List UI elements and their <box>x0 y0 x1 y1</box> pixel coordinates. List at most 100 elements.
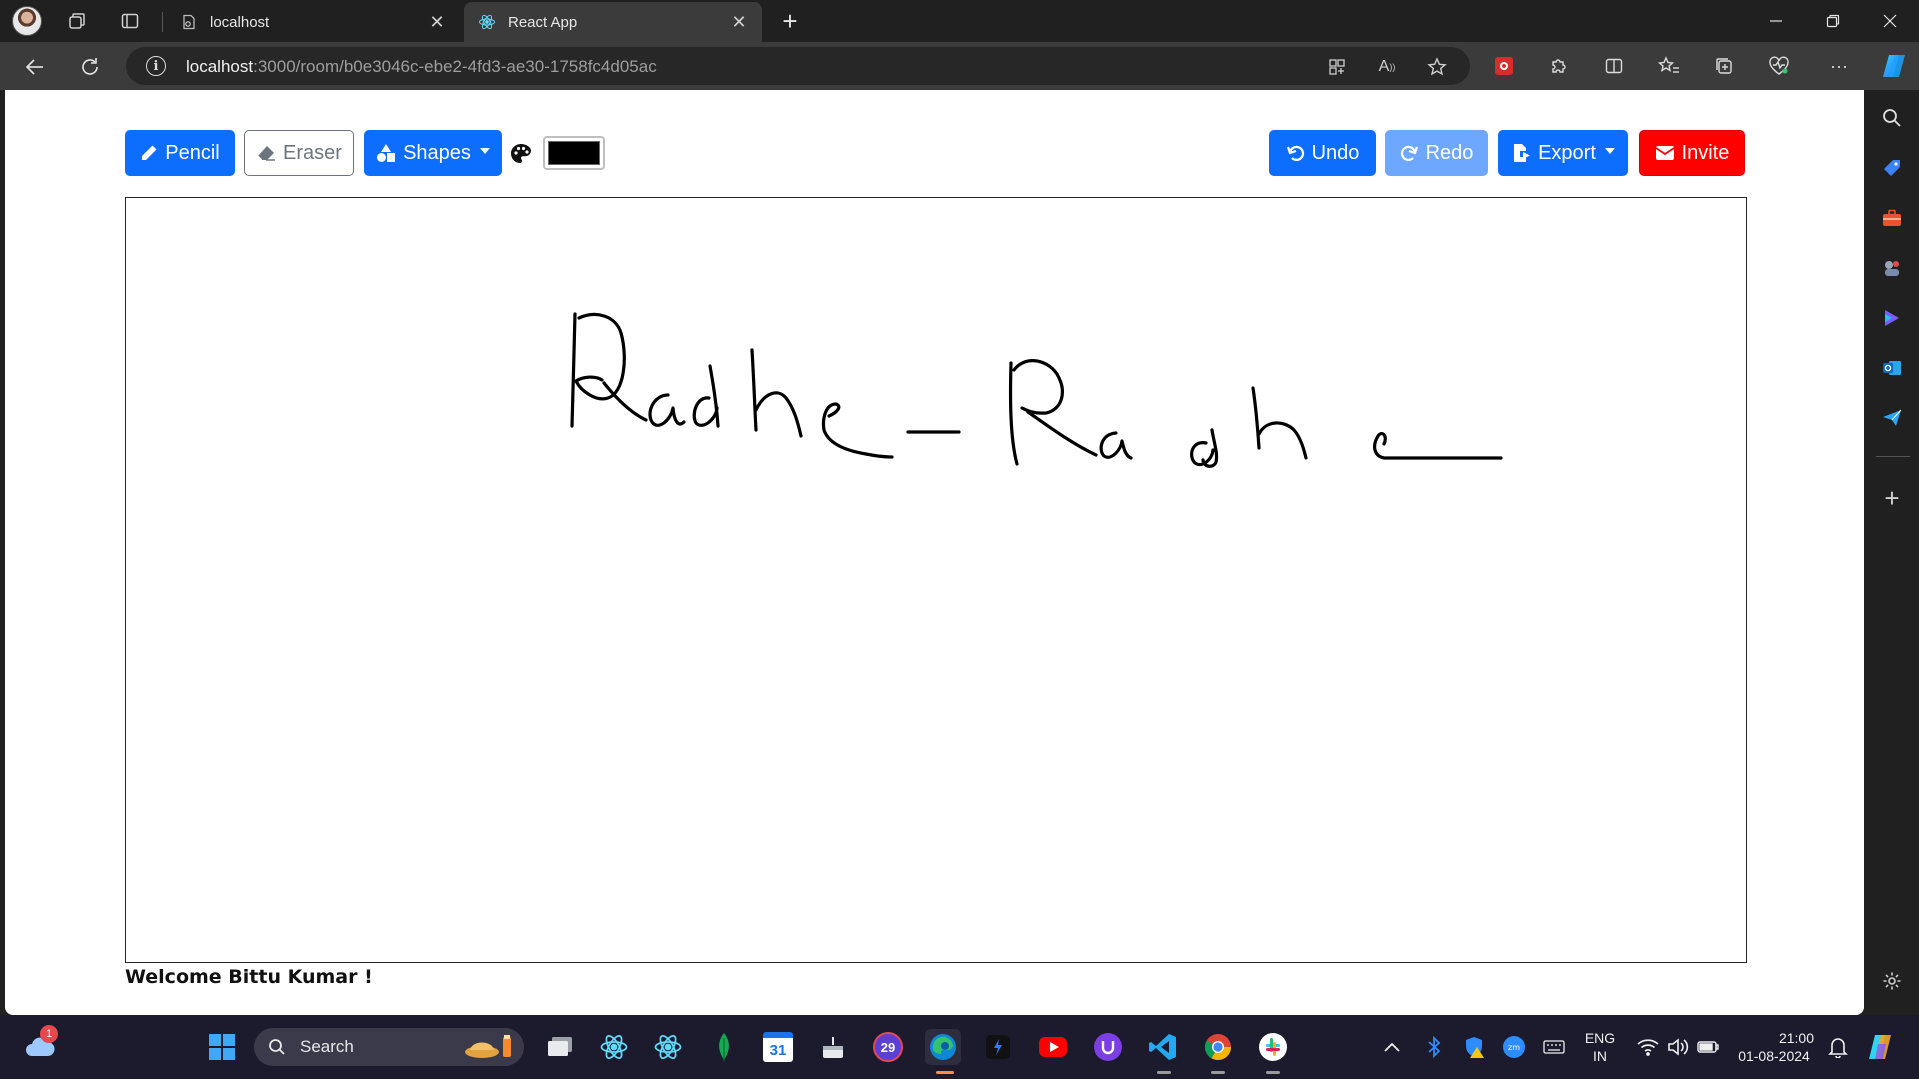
search-icon <box>269 1039 285 1055</box>
vscode-icon[interactable] <box>1145 1029 1181 1065</box>
sidebar-settings-gear-icon[interactable] <box>1878 967 1906 995</box>
envelope-icon <box>1655 146 1675 160</box>
task-view-icon[interactable] <box>542 1029 578 1065</box>
games-icon[interactable] <box>1878 254 1906 282</box>
export-dropdown-button[interactable]: Export <box>1498 130 1628 176</box>
telegram-send-icon[interactable] <box>1878 404 1906 432</box>
favorite-star-icon[interactable] <box>1426 56 1448 78</box>
running-app-indicator <box>1157 1071 1171 1074</box>
eraser-icon <box>257 146 276 161</box>
restore-button[interactable] <box>1806 0 1860 42</box>
undo-icon <box>1286 145 1304 161</box>
drawing-canvas[interactable] <box>125 197 1747 963</box>
chevron-down-icon <box>1604 148 1615 154</box>
extension-red-icon[interactable] <box>1490 52 1518 80</box>
language-indicator[interactable]: ENG IN <box>1582 1029 1618 1065</box>
web-page: Pencil Eraser Shapes Undo Redo Export In… <box>5 90 1864 1015</box>
tab-react-app[interactable]: React App ✕ <box>464 2 762 42</box>
notification-bell-icon[interactable] <box>1820 1029 1856 1065</box>
tab-title: localhost <box>210 13 270 31</box>
security-warning-icon[interactable] <box>1456 1029 1492 1065</box>
chrome-icon[interactable] <box>1200 1029 1236 1065</box>
windows-start-icon[interactable] <box>204 1029 240 1065</box>
outlook-icon[interactable] <box>1878 354 1906 382</box>
keyboard-icon[interactable] <box>1536 1029 1572 1065</box>
read-aloud-icon[interactable]: A)) <box>1376 56 1398 78</box>
close-window-button[interactable] <box>1863 0 1917 42</box>
upwork-icon[interactable] <box>1090 1029 1126 1065</box>
edge-browser-icon[interactable] <box>925 1029 961 1065</box>
eraser-label: Eraser <box>283 141 342 164</box>
windows-taskbar: 1 Search 31 29 zm ENG IN 21:00 01-08-202… <box>0 1015 1919 1079</box>
sidebar-divider <box>1876 456 1910 457</box>
active-app-indicator <box>936 1071 954 1074</box>
browser-tab-strip: localhost ✕ React App ✕ + <box>0 0 1919 42</box>
address-bar[interactable]: i localhost:3000/room/b0e3046c-ebe2-4fd3… <box>126 47 1470 85</box>
clock[interactable]: 21:00 01-08-2024 <box>1734 1029 1814 1065</box>
pencil-button[interactable]: Pencil <box>125 130 235 176</box>
collections-icon[interactable] <box>1710 52 1738 80</box>
back-button[interactable] <box>19 51 51 83</box>
redo-button[interactable]: Redo <box>1385 130 1488 176</box>
color-picker[interactable] <box>543 136 605 170</box>
url-text[interactable]: localhost:3000/room/b0e3046c-ebe2-4fd3-a… <box>186 57 657 77</box>
add-sidebar-app-icon[interactable]: + <box>1878 483 1906 513</box>
youtube-icon[interactable] <box>1035 1029 1071 1065</box>
app-available-icon[interactable] <box>1326 56 1348 78</box>
close-tab-icon[interactable]: ✕ <box>426 11 448 33</box>
file-export-icon <box>1514 144 1531 162</box>
copilot-sidebar-icon[interactable] <box>1878 304 1906 332</box>
google-calendar-icon[interactable]: 31 <box>760 1029 796 1065</box>
slack-icon[interactable] <box>1255 1029 1291 1065</box>
tab-localhost[interactable]: localhost ✕ <box>166 2 460 42</box>
battery-icon[interactable] <box>1690 1029 1726 1065</box>
more-options-icon[interactable]: ··· <box>1825 52 1853 80</box>
close-tab-icon[interactable]: ✕ <box>728 11 750 33</box>
news-notification-icon[interactable]: 29 <box>870 1029 906 1065</box>
redo-label: Redo <box>1425 141 1474 164</box>
redo-icon <box>1400 145 1418 161</box>
tab-separator <box>162 12 163 32</box>
vertical-tabs-icon[interactable] <box>115 6 145 36</box>
refresh-button[interactable] <box>74 51 106 83</box>
weather-cloud-icon[interactable]: 1 <box>22 1025 58 1065</box>
tools-briefcase-icon[interactable] <box>1878 204 1906 232</box>
invite-button[interactable]: Invite <box>1639 130 1745 176</box>
selected-color <box>548 141 600 165</box>
workspaces-icon[interactable] <box>62 6 92 36</box>
favorites-icon[interactable] <box>1655 52 1683 80</box>
chevron-up-icon[interactable] <box>1374 1029 1410 1065</box>
shapes-dropdown-button[interactable]: Shapes <box>364 130 502 176</box>
palette-icon <box>511 144 531 163</box>
new-tab-button[interactable]: + <box>775 6 805 36</box>
split-screen-icon[interactable] <box>1600 52 1628 80</box>
chevron-down-icon <box>479 148 490 154</box>
site-info-icon[interactable]: i <box>146 56 166 76</box>
search-label: Search <box>300 1037 354 1056</box>
eraser-button[interactable]: Eraser <box>244 130 354 176</box>
react-app-icon[interactable] <box>650 1029 686 1065</box>
bluetooth-icon[interactable] <box>1416 1029 1452 1065</box>
shopping-tag-icon[interactable] <box>1878 154 1906 182</box>
minimize-button[interactable] <box>1749 0 1803 42</box>
undo-button[interactable]: Undo <box>1269 130 1376 176</box>
extensions-puzzle-icon[interactable] <box>1545 52 1573 80</box>
page-icon <box>180 13 198 31</box>
profile-avatar[interactable] <box>12 6 42 36</box>
weather-badge: 1 <box>40 1025 58 1043</box>
copilot-icon[interactable] <box>1878 50 1910 82</box>
invite-label: Invite <box>1681 141 1730 164</box>
copilot-taskbar-icon[interactable] <box>1862 1029 1898 1065</box>
browser-essentials-icon[interactable] <box>1765 52 1793 80</box>
running-app-indicator <box>1266 1071 1280 1074</box>
search-icon[interactable] <box>1878 104 1906 132</box>
zoom-icon[interactable]: zm <box>1496 1029 1532 1065</box>
power-automate-icon[interactable] <box>980 1029 1016 1065</box>
running-app-indicator <box>1211 1071 1225 1074</box>
pencil-label: Pencil <box>165 141 220 164</box>
cake-app-icon[interactable] <box>815 1029 851 1065</box>
react-devtools-icon[interactable] <box>596 1029 632 1065</box>
undo-label: Undo <box>1311 141 1360 164</box>
taskbar-search-box[interactable]: Search <box>254 1028 524 1066</box>
mongodb-leaf-icon[interactable] <box>706 1029 742 1065</box>
